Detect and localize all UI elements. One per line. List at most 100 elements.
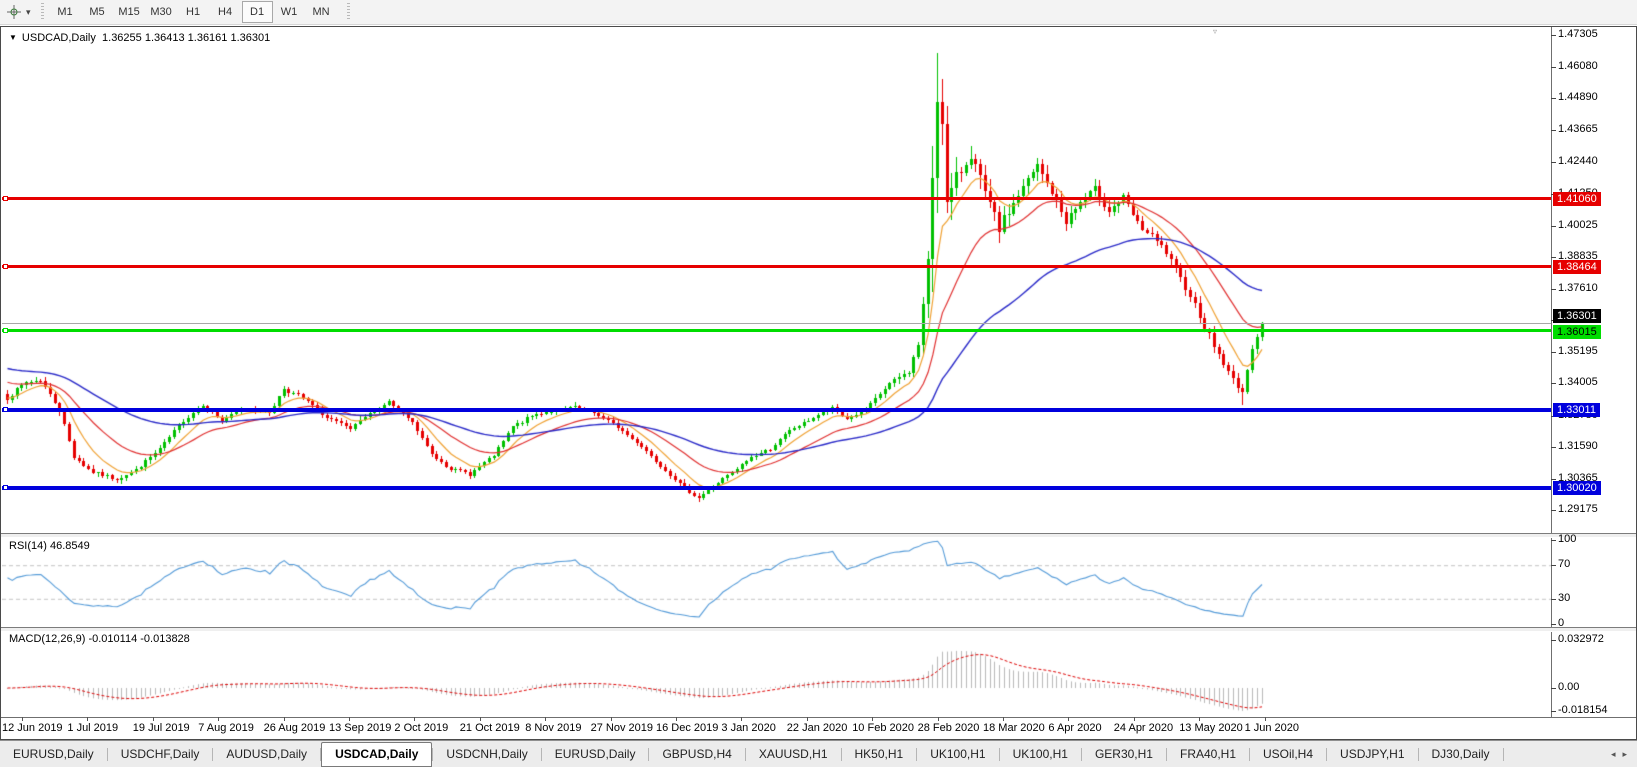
crosshair-tool-button[interactable] <box>0 2 25 23</box>
date-axis-tick <box>545 717 547 721</box>
date-axis-tick <box>349 717 350 721</box>
resistance-line-2-handle[interactable] <box>3 264 8 269</box>
price-scale-tick <box>1551 352 1556 354</box>
date-axis-tick <box>741 717 743 721</box>
rsi-indicator-label: RSI(14) 46.8549 <box>9 540 90 552</box>
date-axis-label: 13 Sep 2019 <box>329 722 392 734</box>
timeframe-button-m5[interactable]: M5 <box>82 1 113 23</box>
timeframe-toolbar: ▾ M1 M5 M15 M30 H1 H4 D1 W1 MN <box>0 0 1637 25</box>
timeframe-button-m1[interactable]: M1 <box>50 1 81 23</box>
date-axis-label: 19 Jul 2019 <box>132 722 190 734</box>
date-axis-tick <box>22 717 23 721</box>
date-axis-tick <box>676 717 677 721</box>
tab-xauusd-h1[interactable]: XAUUSD,H1 <box>746 744 841 764</box>
price-chart-canvas[interactable] <box>2 27 1551 717</box>
timeframe-button-h4[interactable]: H4 <box>210 1 241 23</box>
tab-fra40-h1[interactable]: FRA40,H1 <box>1167 744 1249 764</box>
date-axis-tick <box>1199 717 1201 721</box>
current-price-label: 1.36301 <box>1553 309 1601 323</box>
timeframe-button-w1[interactable]: W1 <box>274 1 305 23</box>
date-axis-tick <box>937 717 939 721</box>
price-scale-tick <box>1551 289 1556 290</box>
date-axis-tick <box>479 717 481 721</box>
chart-shift-marker[interactable]: ▿ <box>1213 27 1217 36</box>
chart-dropdown-icon[interactable]: ▼ <box>9 33 17 42</box>
timescale-border <box>1 717 1636 718</box>
rsi-scale-tick <box>1551 565 1556 567</box>
toolbar-grip-2 <box>346 3 350 21</box>
date-axis-tick <box>283 717 285 721</box>
support-line-1-price-label: 1.33011 <box>1553 403 1600 417</box>
tab-hk50-h1[interactable]: HK50,H1 <box>842 744 917 764</box>
tab-scroll-left-icon[interactable]: ◂ <box>1611 749 1616 760</box>
macd-scale-label: -0.018154 <box>1558 704 1608 716</box>
date-axis-label: 27 Nov 2019 <box>590 722 653 734</box>
tool-dropdown-icon[interactable]: ▾ <box>25 7 35 18</box>
date-axis-label: 26 Aug 2019 <box>263 722 326 734</box>
resistance-line-2[interactable] <box>2 265 1551 268</box>
tab-eurusd-daily[interactable]: EURUSD,Daily <box>542 744 649 764</box>
timeframe-button-m30[interactable]: M30 <box>146 1 177 23</box>
tab-usdjpy-h1[interactable]: USDJPY,H1 <box>1327 744 1417 764</box>
tab-usdcnh-daily[interactable]: USDCNH,Daily <box>433 744 540 764</box>
date-axis-label: 16 Dec 2019 <box>656 722 719 734</box>
timeframe-button-m15[interactable]: M15 <box>114 1 145 23</box>
support-line-1-handle[interactable] <box>3 407 8 412</box>
tab-scroll-arrows: ◂ ▸ <box>1611 749 1637 760</box>
toolbar-grip <box>40 3 44 21</box>
date-axis-tick <box>218 717 220 721</box>
rsi-pane-splitter[interactable] <box>1 533 1636 538</box>
tab-uk100-h1[interactable]: UK100,H1 <box>917 744 998 764</box>
macd-scale-label: 0.032972 <box>1558 633 1604 646</box>
macd-scale-label: 0.00 <box>1558 681 1580 693</box>
rsi-scale-label: 70 <box>1558 558 1571 571</box>
support-line-green-price-label: 1.36015 <box>1553 325 1601 339</box>
chart-title: ▼ USDCAD,Daily 1.36255 1.36413 1.36161 1.… <box>9 32 270 44</box>
tab-dj30-daily[interactable]: DJ30,Daily <box>1419 744 1503 764</box>
price-scale-label: 1.44890 <box>1558 91 1598 104</box>
support-line-2[interactable] <box>2 486 1551 490</box>
resistance-line-1-handle[interactable] <box>3 196 8 201</box>
timeframe-button-h1[interactable]: H1 <box>178 1 209 23</box>
price-scale-label: 1.47305 <box>1558 28 1598 40</box>
price-scale-tick <box>1551 478 1556 480</box>
rsi-scale-label: 0 <box>1558 617 1565 629</box>
tab-usdchf-daily[interactable]: USDCHF,Daily <box>108 744 213 764</box>
support-line-1[interactable] <box>2 408 1551 412</box>
date-axis-label: 8 Nov 2019 <box>525 722 582 734</box>
macd-pane-splitter[interactable] <box>1 627 1636 632</box>
tab-usdcad-daily[interactable]: USDCAD,Daily <box>321 741 433 767</box>
tab-scroll-right-icon[interactable]: ▸ <box>1622 749 1627 760</box>
support-line-green[interactable] <box>2 329 1551 332</box>
date-axis-tick <box>806 717 808 721</box>
resistance-line-1[interactable] <box>2 197 1551 200</box>
macd-indicator-label: MACD(12,26,9) -0.010114 -0.013828 <box>9 633 190 645</box>
date-axis-label: 1 Jul 2019 <box>67 722 119 734</box>
tab-eurusd-daily[interactable]: EURUSD,Daily <box>0 744 107 764</box>
tab-audusd-daily[interactable]: AUDUSD,Daily <box>213 744 320 764</box>
price-scale-label: 1.37610 <box>1558 282 1598 294</box>
tab-ger30-h1[interactable]: GER30,H1 <box>1082 744 1166 764</box>
price-scale-label: 1.31590 <box>1558 439 1598 452</box>
current-price-line <box>2 323 1551 324</box>
tab-gbpusd-h4[interactable]: GBPUSD,H4 <box>649 744 744 764</box>
support-line-2-handle[interactable] <box>3 485 8 490</box>
rsi-scale-label: 100 <box>1558 533 1577 545</box>
resistance-line-2-price-label: 1.38464 <box>1553 260 1601 274</box>
date-axis-label: 18 Mar 2020 <box>983 722 1045 734</box>
tab-usoil-h4[interactable]: USOil,H4 <box>1250 744 1326 764</box>
resistance-line-1-price-label: 1.41060 <box>1553 192 1601 206</box>
macd-scale-tick <box>1551 640 1556 642</box>
timeframe-button-mn[interactable]: MN <box>306 1 337 23</box>
timeframe-buttons: M1 M5 M15 M30 H1 H4 D1 W1 MN <box>50 1 337 23</box>
crosshair-icon <box>7 5 21 19</box>
support-line-green-handle[interactable] <box>3 328 8 333</box>
date-axis-tick <box>1003 717 1004 721</box>
date-axis-label: 1 Jun 2020 <box>1244 722 1300 734</box>
date-axis-tick <box>1264 717 1266 721</box>
trading-terminal-window: ▾ M1 M5 M15 M30 H1 H4 D1 W1 MN ▼ USDCAD,Daily 1.3… <box>0 0 1637 767</box>
timeframe-button-d1[interactable]: D1 <box>241 1 273 23</box>
date-axis-label: 24 Apr 2020 <box>1113 722 1174 734</box>
tab-uk100-h1[interactable]: UK100,H1 <box>1000 744 1081 764</box>
date-axis-label: 22 Jan 2020 <box>786 722 848 734</box>
